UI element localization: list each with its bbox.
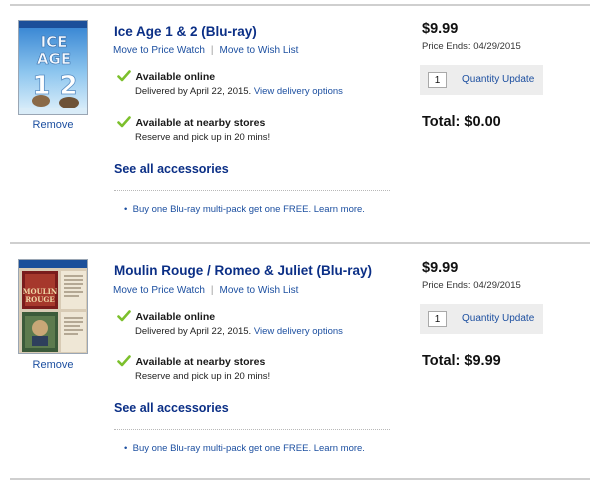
price-ends: Price Ends: 04/29/2015 bbox=[422, 41, 521, 52]
total-value: $0.00 bbox=[464, 114, 501, 130]
divider: | bbox=[210, 45, 214, 56]
promo-link[interactable]: • Buy one Blu-ray multi-pack get one FRE… bbox=[124, 443, 365, 454]
availability-label: Available online bbox=[135, 311, 216, 323]
svg-text:AGE: AGE bbox=[37, 50, 71, 68]
move-to-wish-list-link[interactable]: Move to Wish List bbox=[220, 45, 299, 56]
item-actions: Move to Price Watch | Move to Wish List bbox=[113, 45, 298, 56]
total-label: Total: bbox=[422, 114, 461, 130]
delivery-date: Delivered by April 22, 2015. bbox=[135, 86, 252, 97]
move-to-wish-list-link[interactable]: Move to Wish List bbox=[220, 285, 299, 296]
item-actions: Move to Price Watch | Move to Wish List bbox=[113, 285, 298, 296]
item-total: Total: $9.99 bbox=[422, 353, 501, 369]
total-label: Total: bbox=[422, 353, 461, 369]
bullet-icon: • bbox=[124, 443, 128, 454]
availability-label: Available online bbox=[135, 71, 216, 83]
item-total: Total: $0.00 bbox=[422, 114, 501, 130]
product-image[interactable]: ICE AGE 1 2 bbox=[18, 20, 88, 115]
promo-text: Buy one Blu-ray multi-pack get one FREE.… bbox=[132, 443, 365, 454]
promo-link[interactable]: • Buy one Blu-ray multi-pack get one FRE… bbox=[124, 204, 365, 215]
delivery-date: Delivered by April 22, 2015. bbox=[135, 326, 252, 337]
availability-stores: Available at nearby stores Reserve and p… bbox=[117, 355, 270, 382]
quantity-update-link[interactable]: Quantity Update bbox=[462, 74, 534, 85]
item-price: $9.99 bbox=[422, 260, 459, 276]
check-icon bbox=[117, 355, 131, 367]
check-icon bbox=[117, 116, 131, 128]
product-title[interactable]: Moulin Rouge / Romeo & Juliet (Blu-ray) bbox=[114, 263, 372, 278]
pickup-note: Reserve and pick up in 20 mins! bbox=[135, 371, 271, 382]
cart-item-moulin-rouge: MOULIN ROUGE Remove Moulin Rouge / Romeo… bbox=[0, 239, 595, 479]
availability-online: Available online Delivered by April 22, … bbox=[117, 310, 343, 337]
cart-item-ice-age: ICE AGE 1 2 Remove Ice Age 1 & 2 (Blu-ra… bbox=[0, 0, 595, 240]
divider: | bbox=[210, 285, 214, 296]
promo-text: Buy one Blu-ray multi-pack get one FREE.… bbox=[132, 204, 365, 215]
quantity-panel: Quantity Update bbox=[420, 65, 543, 95]
total-value: $9.99 bbox=[464, 353, 501, 369]
bullet-icon: • bbox=[124, 204, 128, 215]
quantity-panel: Quantity Update bbox=[420, 304, 543, 334]
quantity-input[interactable] bbox=[428, 311, 447, 327]
see-all-accessories-link[interactable]: See all accessories bbox=[114, 162, 229, 176]
check-icon bbox=[117, 310, 131, 322]
availability-label: Available at nearby stores bbox=[135, 117, 266, 129]
pickup-note: Reserve and pick up in 20 mins! bbox=[135, 132, 271, 143]
move-to-price-watch-link[interactable]: Move to Price Watch bbox=[113, 45, 205, 56]
move-to-price-watch-link[interactable]: Move to Price Watch bbox=[113, 285, 205, 296]
svg-text:ICE: ICE bbox=[41, 33, 68, 51]
dotted-divider bbox=[114, 429, 390, 430]
item-price: $9.99 bbox=[422, 21, 459, 37]
product-image[interactable]: MOULIN ROUGE bbox=[18, 259, 88, 354]
svg-text:ROUGE: ROUGE bbox=[25, 295, 54, 304]
price-ends: Price Ends: 04/29/2015 bbox=[422, 280, 521, 291]
availability-label: Available at nearby stores bbox=[135, 356, 266, 368]
view-delivery-options-link[interactable]: View delivery options bbox=[254, 326, 343, 337]
remove-button[interactable]: Remove bbox=[18, 119, 88, 131]
product-title[interactable]: Ice Age 1 & 2 (Blu-ray) bbox=[114, 24, 257, 39]
availability-online: Available online Delivered by April 22, … bbox=[117, 70, 343, 97]
check-icon bbox=[117, 70, 131, 82]
availability-stores: Available at nearby stores Reserve and p… bbox=[117, 116, 270, 143]
view-delivery-options-link[interactable]: View delivery options bbox=[254, 86, 343, 97]
quantity-input[interactable] bbox=[428, 72, 447, 88]
bottom-divider bbox=[10, 478, 590, 480]
remove-button[interactable]: Remove bbox=[18, 359, 88, 371]
see-all-accessories-link[interactable]: See all accessories bbox=[114, 401, 229, 415]
quantity-update-link[interactable]: Quantity Update bbox=[462, 313, 534, 324]
dotted-divider bbox=[114, 190, 390, 191]
